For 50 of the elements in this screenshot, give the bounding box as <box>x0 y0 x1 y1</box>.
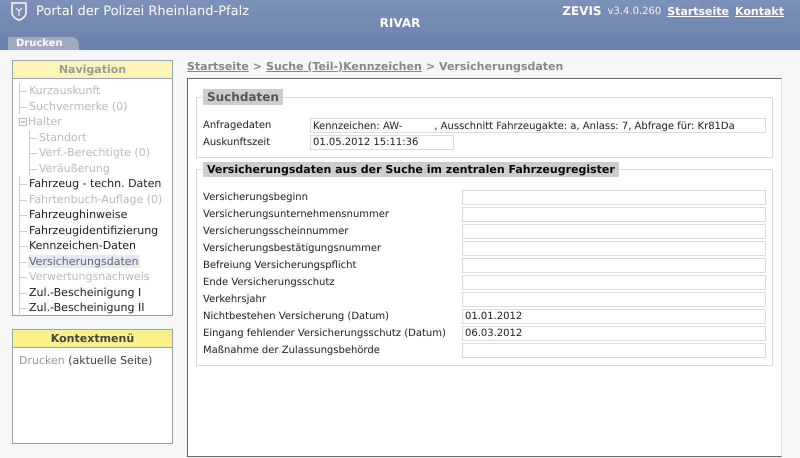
nav-item[interactable]: Zul.-Bescheinigung II <box>28 301 146 314</box>
input-field[interactable]: 06.03.2012 <box>462 326 766 341</box>
nav-item[interactable]: Fahrzeughinweise <box>28 208 128 222</box>
nav-item[interactable]: Kennzeichen-Daten <box>28 239 137 252</box>
menu-note: (aktuelle Seite) <box>68 354 152 367</box>
input-field[interactable] <box>462 292 766 307</box>
input-field[interactable] <box>462 258 766 273</box>
nav-item[interactable]: Fahrzeugidentifizierung <box>28 224 160 237</box>
nav-item[interactable]: Fahrzeug - techn. Daten <box>28 177 162 190</box>
input-field[interactable]: 01.05.2012 15:11:36 <box>310 135 454 150</box>
product-name: ZEVIS <box>562 4 602 18</box>
field-label: Befreiung Versicherungspflicht <box>203 260 358 271</box>
version-label: v3.4.0.260 <box>608 6 662 16</box>
input-field[interactable]: Kennzeichen: AW- , Ausschnitt Fahrzeugakte: a, Anlass: 7, Abfrage für: Kr81Da <box>310 118 766 133</box>
breadcrumb-item[interactable]: Startseite <box>187 60 249 72</box>
input-field[interactable] <box>462 343 766 358</box>
field-label: Anfragedaten <box>203 120 272 131</box>
nav-item[interactable]: Zul.-Bescheinigung I <box>28 286 142 299</box>
input-field[interactable] <box>462 241 766 256</box>
section-legend: Versicherungsdaten aus der Suche im zentralen Fahrzeugregister <box>203 162 619 177</box>
portal-title: Portal der Polizei Rheinland-Pfalz <box>36 4 250 18</box>
field-label: Versicherungsbeginn <box>203 192 309 203</box>
header-link[interactable]: Startseite <box>667 4 730 18</box>
breadcrumb-item[interactable]: Suche (Teil-)Kennzeichen <box>266 60 422 72</box>
panel-title: Navigation <box>13 61 172 79</box>
input-field[interactable] <box>462 207 766 222</box>
field-label: Versicherungsbestätigungsnummer <box>203 243 382 254</box>
field-label: Eingang fehlender Versicherungsschutz (Datum) <box>203 328 447 339</box>
input-field[interactable] <box>462 224 766 239</box>
field-label: Versicherungsscheinnummer <box>203 226 350 237</box>
field-label: Nichtbestehen Versicherung (Datum) <box>203 311 390 322</box>
nav-item[interactable]: Versicherungsdaten <box>28 254 140 268</box>
breadcrumb-separator: > <box>426 60 436 72</box>
tab[interactable]: Drucken <box>8 37 79 50</box>
app-title: RIVAR <box>380 16 420 30</box>
section-legend: Suchdaten <box>203 89 283 105</box>
panel-title: Kontextmenü <box>13 330 172 348</box>
input-field[interactable] <box>462 190 766 205</box>
field-label: Versicherungsunternehmensnummer <box>203 209 390 220</box>
breadcrumb-separator: > <box>252 60 262 72</box>
header-link[interactable]: Kontakt <box>735 4 784 18</box>
input-field[interactable]: 01.01.2012 <box>462 309 766 324</box>
field-label: Verkehrsjahr <box>203 294 267 305</box>
menu-link[interactable]: Drucken <box>19 354 65 367</box>
field-label: Maßnahme der Zulassungsbehörde <box>203 345 381 356</box>
input-field[interactable] <box>462 275 766 290</box>
field-label: Auskunftszeit <box>203 137 272 148</box>
breadcrumb-item: Versicherungsdaten <box>439 60 564 72</box>
crest-icon <box>10 1 28 21</box>
field-label: Ende Versicherungsschutz <box>203 277 336 288</box>
